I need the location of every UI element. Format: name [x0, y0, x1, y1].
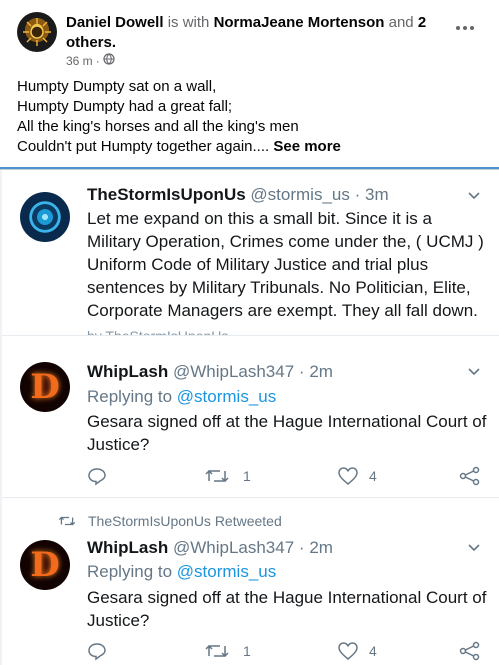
divider: [0, 335, 499, 336]
avatar[interactable]: D: [20, 540, 70, 590]
see-more-link[interactable]: See more: [273, 138, 341, 155]
tweet-time[interactable]: 3m: [365, 185, 389, 204]
chevron-down-icon[interactable]: [468, 368, 480, 376]
share-icon[interactable]: [459, 466, 481, 486]
retweet-count: 1: [243, 643, 251, 659]
heart-icon[interactable]: [337, 466, 359, 486]
replying-to: Replying to @stormis_us: [87, 386, 276, 408]
tweet-actions: 1 4: [87, 641, 487, 663]
tweet-header: WhipLash @WhipLash347 · 2m: [87, 537, 333, 559]
retweeted-by-text[interactable]: TheStormIsUponUs Retweeted: [88, 513, 282, 529]
retweeted-by: TheStormIsUponUs Retweeted: [58, 513, 282, 529]
replying-prefix: Replying to: [87, 387, 173, 406]
divider: [0, 497, 499, 498]
time-separator: ·: [298, 538, 305, 557]
replying-handle-link[interactable]: @stormis_us: [177, 562, 276, 581]
post-body: Humpty Dumpty sat on a wall, Humpty Dump…: [17, 78, 299, 155]
like-count: 4: [369, 468, 377, 484]
chevron-down-icon[interactable]: [468, 192, 480, 200]
reply-icon[interactable]: [87, 641, 107, 661]
handle[interactable]: @WhipLash347: [173, 362, 294, 381]
avatar-letter: D: [30, 545, 60, 585]
avatar[interactable]: [20, 192, 70, 242]
tweet-text: Gesara signed off at the Hague Internati…: [87, 588, 487, 630]
display-name[interactable]: WhipLash: [87, 362, 168, 381]
post-text: Humpty Dumpty sat on a wall, Humpty Dump…: [17, 77, 487, 157]
retweet-icon[interactable]: [205, 641, 229, 661]
author-avatar[interactable]: [17, 12, 57, 52]
globe-icon: [103, 53, 115, 68]
chevron-down-icon[interactable]: [468, 544, 480, 552]
post-time[interactable]: 36 m: [66, 54, 93, 68]
top-accent-line: [0, 169, 499, 170]
reply-icon[interactable]: [87, 466, 107, 486]
and-text: and: [388, 14, 414, 31]
retweet-icon: [58, 516, 76, 526]
meta-separator: ·: [95, 53, 100, 68]
handle[interactable]: @WhipLash347: [173, 538, 294, 557]
facebook-post-header: Daniel Dowell is with NormaJeane Mortens…: [0, 0, 499, 160]
display-name[interactable]: WhipLash: [87, 538, 168, 557]
display-name[interactable]: TheStormIsUponUs: [87, 185, 246, 204]
handle[interactable]: @stormis_us: [250, 185, 349, 204]
screenshot-left-edge: [0, 170, 2, 665]
avatar-letter: D: [30, 367, 60, 407]
replying-prefix: Replying to: [87, 562, 173, 581]
share-icon[interactable]: [459, 641, 481, 661]
author-name[interactable]: Daniel Dowell: [66, 14, 164, 31]
post-title: Daniel Dowell is with NormaJeane Mortens…: [66, 13, 466, 53]
tweet-header: WhipLash @WhipLash347 · 2m: [87, 361, 333, 383]
like-count: 4: [369, 643, 377, 659]
tweet-actions: 1 4: [87, 466, 487, 488]
tagged-name[interactable]: NormaJeane Mortenson: [214, 14, 385, 31]
heart-icon[interactable]: [337, 641, 359, 661]
tweet-time[interactable]: 2m: [309, 538, 333, 557]
replying-to: Replying to @stormis_us: [87, 561, 276, 583]
time-separator: ·: [298, 362, 305, 381]
more-dots-icon[interactable]: [456, 22, 476, 34]
with-text: is with: [167, 14, 210, 31]
avatar[interactable]: D: [20, 362, 70, 412]
post-meta: 36 m ·: [66, 53, 115, 68]
retweet-count: 1: [243, 468, 251, 484]
tweet-text: Let me expand on this a small bit. Since…: [87, 209, 484, 320]
replying-handle-link[interactable]: @stormis_us: [177, 387, 276, 406]
time-separator: ·: [354, 185, 361, 204]
tweet-header: TheStormIsUponUs @stormis_us · 3m: [87, 184, 389, 206]
tweet-text: Gesara signed off at the Hague Internati…: [87, 412, 487, 454]
retweet-icon[interactable]: [205, 466, 229, 486]
tweet-time[interactable]: 2m: [309, 362, 333, 381]
